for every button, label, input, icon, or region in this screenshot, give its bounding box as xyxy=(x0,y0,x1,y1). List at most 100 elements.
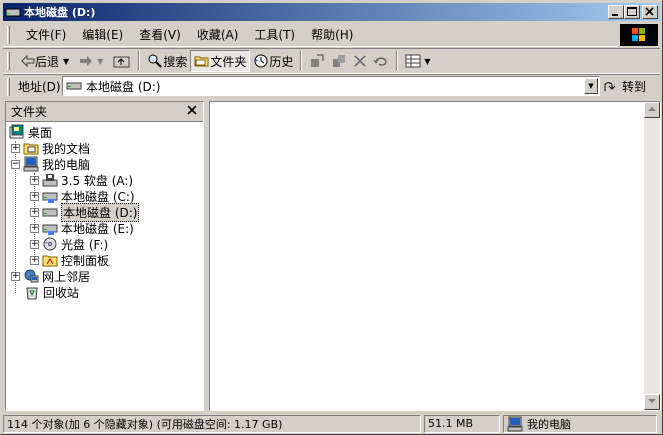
vertical-scrollbar[interactable] xyxy=(644,102,660,410)
tree-item-drive-d[interactable]: + 本地磁盘 (D:) xyxy=(30,202,140,222)
folder-tree: 桌面 + 我的文档 − 我的电脑 + 3.5 软盘 (A:) + 本地磁盘 (C xyxy=(6,123,203,410)
minimize-icon xyxy=(612,14,618,16)
scroll-up-button[interactable] xyxy=(644,102,660,118)
title-bar[interactable]: 本地磁盘 (D:) xyxy=(3,3,660,21)
expand-toggle[interactable]: + xyxy=(30,191,39,201)
views-button[interactable]: ▼ xyxy=(402,50,437,72)
expand-toggle[interactable]: + xyxy=(30,239,39,249)
tree-item-label: 回收站 xyxy=(43,285,80,300)
standard-toolbar: 后退 ▼ ▼ 搜索 文件夹 历史 ▼ xyxy=(3,48,660,74)
file-list-pane[interactable] xyxy=(209,101,661,411)
back-dropdown-icon[interactable]: ▼ xyxy=(63,57,69,66)
tree-item-label: 光盘 (F:) xyxy=(61,237,109,252)
undo-button[interactable] xyxy=(370,50,392,72)
tree-item-desktop[interactable]: 桌面 xyxy=(9,124,52,140)
explorer-window: 本地磁盘 (D:) 文件(F) 编辑(E) 查看(V) 收藏(A) 工具(T) … xyxy=(0,0,663,435)
tree-item-recycle-bin[interactable]: 回收站 xyxy=(24,284,79,300)
go-button[interactable]: 转到 xyxy=(603,76,655,96)
scroll-down-icon xyxy=(648,399,656,403)
windows-logo xyxy=(620,24,658,46)
copy-to-icon xyxy=(333,55,346,67)
forward-button[interactable]: ▼ xyxy=(76,50,110,72)
delete-button[interactable] xyxy=(350,50,370,72)
status-objects: 114 个对象(加 6 个隐藏对象) (可用磁盘空间: 1.17 GB) xyxy=(3,414,421,433)
history-label: 历史 xyxy=(269,54,294,69)
status-location-label: 我的电脑 xyxy=(527,417,571,431)
tree-item-my-computer[interactable]: − 我的电脑 xyxy=(11,156,90,172)
floppy-icon xyxy=(42,174,58,187)
expand-toggle[interactable]: + xyxy=(30,175,39,185)
computer-icon xyxy=(23,156,39,172)
close-icon xyxy=(187,105,197,115)
menu-file[interactable]: 文件(F) xyxy=(18,26,74,43)
up-folder-icon xyxy=(113,56,130,68)
tree-item-network[interactable]: + 网上邻居 xyxy=(11,268,90,284)
close-button[interactable] xyxy=(642,5,658,19)
forward-dropdown-icon[interactable]: ▼ xyxy=(97,57,103,66)
move-to-button[interactable] xyxy=(306,50,328,72)
back-button[interactable]: 后退 ▼ xyxy=(18,50,76,72)
hard-disk-icon xyxy=(42,208,58,217)
hard-disk-icon xyxy=(66,82,82,90)
up-folder-button[interactable] xyxy=(110,50,134,72)
folders-pane: 文件夹 桌面 + 我的文档 − 我的电脑 + 3.5 软盘 (A:) + 本地磁… xyxy=(5,101,204,411)
tree-item-drive-a[interactable]: + 3.5 软盘 (A:) xyxy=(30,172,133,188)
views-icon xyxy=(405,54,421,68)
tree-item-my-documents[interactable]: + 我的文档 xyxy=(11,140,90,156)
tree-item-control-panel[interactable]: + 控制面板 xyxy=(30,252,109,268)
expand-toggle[interactable]: + xyxy=(11,271,20,281)
maximize-button[interactable] xyxy=(624,5,640,19)
expand-toggle[interactable]: + xyxy=(30,223,39,233)
scroll-down-button[interactable] xyxy=(644,394,660,410)
expand-toggle[interactable]: + xyxy=(30,255,39,265)
menu-help[interactable]: 帮助(H) xyxy=(303,26,361,43)
menu-favorites[interactable]: 收藏(A) xyxy=(189,26,247,43)
folders-pane-title: 文件夹 xyxy=(11,105,48,119)
copy-to-button[interactable] xyxy=(328,50,350,72)
toolbar-separator xyxy=(138,51,141,71)
back-label: 后退 xyxy=(35,54,60,69)
folders-button[interactable]: 文件夹 xyxy=(190,50,251,72)
address-label: 地址(D) xyxy=(18,80,61,94)
expand-toggle[interactable]: + xyxy=(30,207,39,217)
tree-item-label: 本地磁盘 (E:) xyxy=(61,221,134,236)
menu-view[interactable]: 查看(V) xyxy=(131,26,189,43)
menu-bar: 文件(F) 编辑(E) 查看(V) 收藏(A) 工具(T) 帮助(H) xyxy=(3,23,617,47)
tree-item-label: 桌面 xyxy=(28,125,53,140)
address-value: 本地磁盘 (D:) xyxy=(86,79,161,94)
minimize-button[interactable] xyxy=(608,5,624,19)
search-button[interactable]: 搜索 xyxy=(144,50,190,72)
collapse-toggle[interactable]: − xyxy=(11,159,20,169)
status-location: 我的电脑 xyxy=(503,414,657,433)
close-icon xyxy=(645,7,654,16)
menu-grip[interactable] xyxy=(7,25,10,44)
menu-tools[interactable]: 工具(T) xyxy=(246,26,303,43)
scroll-up-icon xyxy=(648,107,656,111)
tree-item-label: 控制面板 xyxy=(61,253,110,268)
toolbar-grip[interactable] xyxy=(7,52,10,70)
hard-disk-icon xyxy=(42,192,58,203)
folders-pane-header: 文件夹 xyxy=(6,102,203,122)
views-dropdown-icon[interactable]: ▼ xyxy=(424,57,430,66)
forward-arrow-icon xyxy=(80,56,93,66)
expand-toggle[interactable]: + xyxy=(11,143,20,153)
window-title: 本地磁盘 (D:) xyxy=(24,6,96,19)
address-grip[interactable] xyxy=(7,77,10,96)
toolbar-separator xyxy=(396,51,399,71)
window-controls xyxy=(608,5,658,19)
recycle-bin-icon xyxy=(26,287,38,300)
menu-edit[interactable]: 编辑(E) xyxy=(74,26,131,43)
history-button[interactable]: 历史 xyxy=(250,50,296,72)
tree-item-drive-f[interactable]: + 光盘 (F:) xyxy=(30,236,108,252)
address-dropdown-button[interactable]: ▼ xyxy=(584,78,598,94)
tree-item-drive-e[interactable]: + 本地磁盘 (E:) xyxy=(30,220,134,236)
address-field[interactable]: 本地磁盘 (D:) ▼ xyxy=(62,76,600,96)
network-icon xyxy=(24,269,39,283)
folders-close-button[interactable] xyxy=(187,104,197,119)
status-bar: 114 个对象(加 6 个隐藏对象) (可用磁盘空间: 1.17 GB) 51.… xyxy=(3,414,660,433)
back-arrow-icon xyxy=(21,54,35,68)
tree-item-label: 3.5 软盘 (A:) xyxy=(61,173,134,188)
history-icon xyxy=(254,54,268,68)
computer-icon xyxy=(507,416,523,431)
tree-item-label: 我的文档 xyxy=(42,141,91,156)
